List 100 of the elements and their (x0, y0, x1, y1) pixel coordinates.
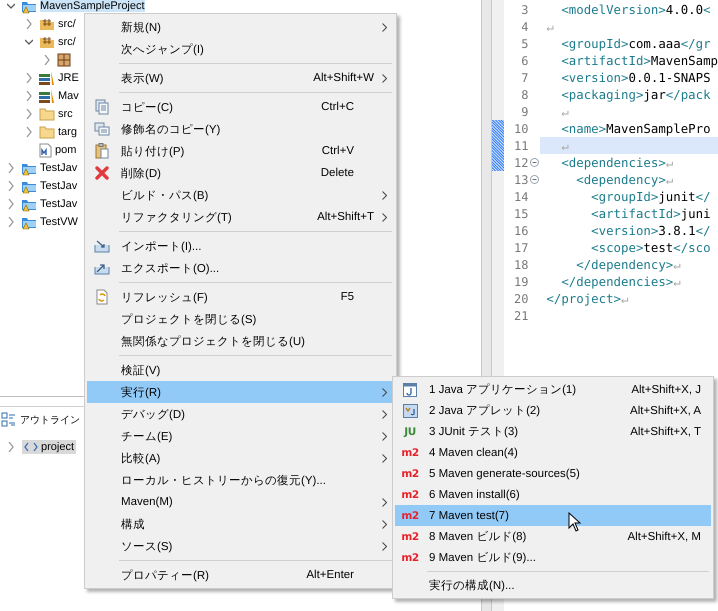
menu-item[interactable]: デバッグ(D) (87, 403, 394, 425)
menu-item[interactable]: エクスポート(O)... (87, 257, 394, 279)
menu-item[interactable]: 貼り付け(P) Ctrl+V (87, 140, 394, 162)
collapse-icon[interactable] (530, 158, 539, 167)
code-text: <scope> (590, 240, 644, 255)
code-text: <modelVersion> (560, 2, 666, 17)
line-end-mark: ↵ (666, 172, 674, 187)
tree-item[interactable]: src/ (58, 36, 76, 48)
expand-toggle-icon[interactable] (7, 442, 15, 452)
code-text: </ (696, 223, 711, 238)
collapse-icon[interactable] (530, 175, 539, 184)
tree-item[interactable]: targ (58, 126, 77, 138)
menu-item[interactable]: m2 8 Maven ビルド(8) Alt+Shift+X, M (395, 526, 711, 547)
menu-item[interactable]: 実行の構成(N)... (395, 575, 711, 596)
line-number: 8 (520, 88, 528, 102)
maven-icon: m2 (401, 446, 419, 458)
window-icon (403, 382, 417, 396)
package-folder-icon (39, 34, 55, 50)
tree-item[interactable]: src/ (58, 18, 76, 30)
menu-item[interactable]: 検証(V) (87, 359, 394, 381)
menu-item[interactable]: m2 5 Maven generate-sources(5) (395, 463, 711, 484)
line-end-mark: ↵ (673, 274, 681, 289)
tree-item[interactable]: TestJav (40, 180, 78, 192)
menu-item[interactable]: m2 6 Maven install(6) (395, 484, 711, 505)
line-number: 17 (512, 240, 528, 254)
code-text: </dependency> (575, 257, 674, 272)
menu-item[interactable]: Maven(M) (87, 491, 394, 513)
maven-icon: m2 (401, 530, 419, 542)
code-text: </sco (673, 240, 711, 255)
menu-item[interactable]: リファクタリング(T) Alt+Shift+T (87, 206, 394, 228)
menu-item[interactable]: 実行(R) (87, 381, 394, 403)
line-number: 7 (520, 70, 528, 84)
line-number: 13 (512, 172, 528, 186)
menu-item[interactable]: ソース(S) (87, 535, 394, 557)
menu-item[interactable]: 比較(A) (87, 447, 394, 469)
code-text: <packaging> (560, 87, 644, 102)
code-text: <groupId> (590, 189, 658, 204)
code-text: <dependencies> (560, 155, 666, 170)
tree-item[interactable]: pom (55, 144, 76, 156)
menu-item[interactable]: チーム(E) (87, 425, 394, 447)
code-text: junit (658, 189, 696, 204)
code-text: <name> (560, 121, 606, 136)
menu-item[interactable]: プロパティー(R) Alt+Enter (87, 564, 394, 586)
code-text: <dependency> (575, 172, 666, 187)
tree-item[interactable]: JRE (58, 72, 79, 84)
menu-item[interactable]: コピー(C) Ctrl+C (87, 96, 394, 118)
maven-icon: m2 (401, 488, 419, 500)
menu-item[interactable]: プロジェクトを閉じる(S) (87, 308, 394, 330)
line-end-mark: ↵ (560, 104, 569, 119)
tree-item[interactable]: TestJav (40, 198, 78, 210)
angle-brackets-icon (24, 442, 38, 452)
menu-item[interactable]: 2 Java アプレット(2) Alt+Shift+X, A (395, 400, 711, 421)
menu-item[interactable]: 構成 (87, 513, 394, 535)
import-icon (94, 239, 110, 253)
menu-item[interactable]: 表示(W) Alt+Shift+W (87, 67, 394, 89)
line-number: 20 (512, 292, 528, 306)
menu-item[interactable]: リフレッシュ(F) F5 (87, 286, 394, 308)
menu-item[interactable]: m2 7 Maven test(7) (395, 505, 711, 526)
tree-item[interactable]: TestVW (40, 216, 78, 228)
menu-item[interactable]: JU 3 JUnit テスト(3) Alt+Shift+X, T (395, 421, 711, 442)
menu-item[interactable]: 削除(D) Delete (87, 162, 394, 184)
maven-icon: m2 (401, 510, 419, 522)
menu-item[interactable]: インポート(I)... (87, 235, 394, 257)
menu-item[interactable]: 無関係なプロジェクトを閉じる(U) (87, 330, 394, 352)
maven-icon: m2 (401, 468, 419, 480)
line-end-mark: ↵ (673, 257, 681, 272)
code-text: com.aaa (628, 36, 681, 51)
code-text: MavenSamplePro (606, 121, 711, 136)
view-title[interactable]: アウトライン (20, 413, 80, 427)
line-number: 9 (520, 104, 528, 118)
tree-item[interactable]: MavenSampleProject (40, 0, 145, 12)
maven-icon: m2 (401, 552, 419, 564)
tree-item[interactable]: src (58, 108, 73, 120)
code-text: < (703, 2, 711, 17)
code-text: MavenSamp (650, 53, 718, 68)
menu-item[interactable]: 次へジャンプ(I) (87, 38, 394, 60)
delete-icon (95, 166, 109, 180)
tree-item[interactable]: project (22, 440, 76, 454)
menu-item[interactable]: 修飾名のコピー(Y) (87, 118, 394, 140)
code-text: </dependencies> (560, 274, 674, 289)
code-text: </project> (546, 291, 622, 306)
menu-item[interactable]: ローカル・ヒストリーからの復元(Y)... (87, 469, 394, 491)
menu-item[interactable]: 1 Java アプリケーション(1) Alt+Shift+X, J (395, 379, 711, 400)
line-number: 12 (512, 156, 528, 170)
books-icon (39, 71, 55, 85)
menu-item[interactable]: ビルド・パス(B) (87, 184, 394, 206)
code-text: 3.8.1 (658, 223, 696, 238)
tree-item[interactable]: TestJav (40, 162, 78, 174)
code-text: 0.0.1-SNAPS (628, 70, 711, 85)
tree-item[interactable]: Mav (58, 90, 79, 102)
line-number: 6 (520, 54, 528, 68)
code-text: jar (643, 87, 666, 102)
line-number: 15 (512, 206, 528, 220)
line-end-mark: ↵ (546, 19, 554, 34)
menu-item[interactable]: 新規(N) (87, 16, 394, 38)
menu-item[interactable]: m2 9 Maven ビルド(9)... (395, 547, 711, 568)
code-text: <version> (590, 223, 658, 238)
line-end-mark: ↵ (560, 138, 569, 153)
menu-item[interactable]: m2 4 Maven clean(4) (395, 442, 711, 463)
line-number: 4 (520, 20, 528, 34)
